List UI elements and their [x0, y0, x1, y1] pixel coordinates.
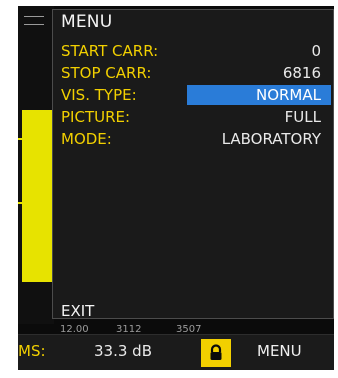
graph-level-line [18, 202, 54, 204]
menu-item-value: 0 [311, 42, 321, 60]
menu-item-start-carr[interactable]: START CARR: 0 [53, 40, 333, 62]
menu-item-label: VIS. TYPE: [61, 86, 137, 104]
background-graph [18, 6, 56, 324]
lock-icon[interactable] [201, 339, 231, 367]
menu-item-label: MODE: [61, 130, 112, 148]
measurement-value: 33.3 dB [94, 342, 152, 360]
menu-item-value: 6816 [282, 64, 321, 82]
graph-tick [24, 16, 44, 17]
menu-item-label: PICTURE: [61, 108, 131, 126]
screen: MENU START CARR: 0 STOP CARR: 6816 VIS. … [18, 6, 334, 370]
menu-item-mode[interactable]: MODE: LABORATORY [53, 128, 333, 150]
menu-panel: MENU START CARR: 0 STOP CARR: 6816 VIS. … [52, 9, 334, 320]
menu-item-label: START CARR: [61, 42, 159, 60]
menu-button[interactable]: MENU [257, 342, 302, 360]
device-frame: MENU START CARR: 0 STOP CARR: 6816 VIS. … [0, 0, 338, 378]
menu-item-vis-type[interactable]: VIS. TYPE: NORMAL [53, 84, 333, 106]
graph-signal [22, 110, 56, 282]
status-bar: MS: 33.3 dB MENU [18, 334, 334, 370]
menu-title: MENU [61, 12, 113, 32]
menu-item-picture[interactable]: PICTURE: FULL [53, 106, 333, 128]
menu-item-value-selected: NORMAL [187, 85, 331, 105]
menu-item-label: STOP CARR: [61, 64, 152, 82]
exit-button[interactable]: EXIT [61, 302, 94, 320]
menu-item-value: FULL [284, 108, 321, 126]
menu-list: START CARR: 0 STOP CARR: 6816 VIS. TYPE:… [53, 40, 333, 150]
graph-level-line [18, 138, 54, 140]
menu-item-stop-carr[interactable]: STOP CARR: 6816 [53, 62, 333, 84]
graph-tick-labels: 12.00 3112 3507 [52, 324, 232, 335]
menu-item-value: LABORATORY [221, 130, 321, 148]
graph-tick [24, 24, 44, 25]
measurement-label: MS: [18, 342, 46, 360]
